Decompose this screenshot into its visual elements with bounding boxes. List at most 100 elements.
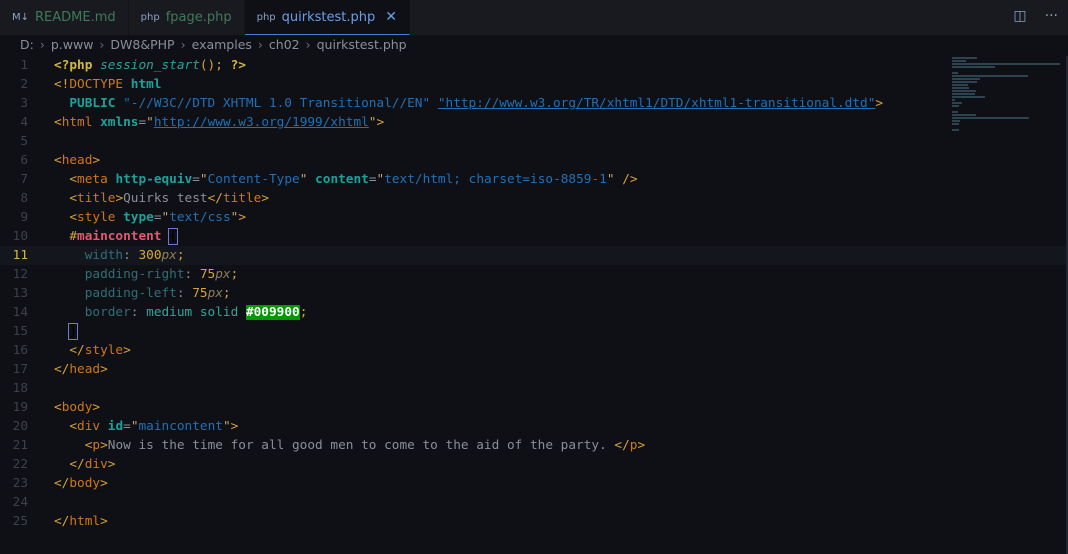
breadcrumb-item[interactable]: D: <box>20 37 34 52</box>
breadcrumb-item[interactable]: quirkstest.php <box>317 37 407 52</box>
minimap-line <box>952 57 977 59</box>
tab-quirkstest-php[interactable]: php quirkstest.php ✕ <box>244 0 410 35</box>
close-icon[interactable]: ✕ <box>385 9 397 25</box>
line-number: 10 <box>12 229 28 244</box>
minimap-line <box>952 60 966 62</box>
code-line[interactable]: 13 padding-left: 75px; <box>0 284 1068 303</box>
line-number: 22 <box>12 457 28 472</box>
line-number: 21 <box>12 438 28 453</box>
line-number: 20 <box>12 419 28 434</box>
tab-readme-md[interactable]: M↓ README.md <box>0 0 129 35</box>
code-line[interactable]: 10 #maincontent { <box>0 227 1068 246</box>
line-content: </html> <box>54 512 108 531</box>
tab-label: fpage.php <box>165 10 232 25</box>
code-line[interactable]: 1 <?php session_start(); ?> <box>0 56 1068 75</box>
code-token: px <box>215 267 231 282</box>
code-line[interactable]: 14 border: medium solid #009900; <box>0 303 1068 322</box>
code-line[interactable]: 21 <p>Now is the time for all good men t… <box>0 436 1068 455</box>
code-token: medium solid <box>146 305 239 320</box>
code-token: > <box>100 514 108 529</box>
code-line[interactable]: 24 <box>0 493 1068 512</box>
code-token: # <box>69 229 78 244</box>
chevron-right-icon: › <box>99 37 105 52</box>
code-token: (); <box>199 58 223 73</box>
code-line[interactable]: 12 padding-right: 75px; <box>0 265 1068 284</box>
code-token: div <box>77 419 101 434</box>
code-line[interactable]: 5 <box>0 132 1068 151</box>
code-line[interactable]: 6 <head> <box>0 151 1068 170</box>
code-token: > <box>107 457 116 472</box>
code-token: = <box>153 210 162 225</box>
minimap-line <box>952 123 959 125</box>
code-token: html <box>69 514 101 529</box>
code-token: = <box>368 172 377 187</box>
breadcrumb-item[interactable]: DW8&PHP <box>110 37 174 52</box>
code-line[interactable]: 2 <!DOCTYPE html <box>0 75 1068 94</box>
breadcrumb-item[interactable]: ch02 <box>269 37 300 52</box>
line-number: 1 <box>20 58 28 73</box>
code-line[interactable]: 19 <body> <box>0 398 1068 417</box>
breadcrumb-item[interactable]: p.www <box>51 37 94 52</box>
code-editor[interactable]: 1 <?php session_start(); ?> 2 <!DOCTYPE htm… <box>0 56 1068 531</box>
code-line[interactable]: 15 } <box>0 322 1068 341</box>
line-content: <p>Now is the time for all good men to c… <box>54 436 645 455</box>
code-token: border <box>84 305 131 320</box>
code-token: padding-left <box>84 286 177 301</box>
minimap-line <box>952 99 955 101</box>
code-token: < <box>69 172 78 187</box>
code-line[interactable]: 20 <div id="maincontent"> <box>0 417 1068 436</box>
tab-fpage-php[interactable]: php fpage.php <box>129 0 245 35</box>
code-line[interactable]: 23 </body> <box>0 474 1068 493</box>
breadcrumb-item[interactable]: examples <box>192 37 252 52</box>
code-line[interactable]: 4 <html xmlns="http://www.w3.org/1999/xht… <box>0 113 1068 132</box>
code-line[interactable]: 17 </head> <box>0 360 1068 379</box>
code-token: DOCTYPE <box>69 77 124 92</box>
code-line[interactable]: 16 </style> <box>0 341 1068 360</box>
code-token: > <box>230 419 239 434</box>
code-token: > <box>238 210 247 225</box>
more-actions-icon[interactable]: ··· <box>1045 8 1058 24</box>
code-token: ; <box>299 305 308 320</box>
code-line[interactable]: 8 <title>Quirks test</title> <box>0 189 1068 208</box>
minimap-line <box>952 114 976 116</box>
code-token: 75 <box>192 286 208 301</box>
code-line[interactable]: 9 <style type="text/css"> <box>0 208 1068 227</box>
chevron-right-icon: › <box>305 37 311 52</box>
code-line[interactable]: 11 width: 300px; <box>0 246 1068 265</box>
line-number: 24 <box>12 495 28 510</box>
minimap[interactable] <box>952 56 1062 131</box>
split-editor-icon[interactable]: ◫ <box>1013 8 1026 24</box>
code-token: style <box>84 343 124 358</box>
code-token: ; <box>176 248 185 263</box>
code-line[interactable]: 25 </html> <box>0 512 1068 531</box>
code-token: > <box>92 400 101 415</box>
line-number: 11 <box>12 248 28 263</box>
chevron-right-icon: › <box>257 37 263 52</box>
line-number: 15 <box>12 324 28 339</box>
minimap-line <box>952 66 995 68</box>
line-content: <meta http-equiv="Content-Type" content=… <box>54 170 637 189</box>
code-line[interactable]: 22 </div> <box>0 455 1068 474</box>
code-line[interactable]: 7 <meta http-equiv="Content-Type" conten… <box>0 170 1068 189</box>
minimap-line <box>952 129 959 131</box>
line-content: <div id="maincontent"> <box>54 417 238 436</box>
code-line[interactable]: 18 <box>0 379 1068 398</box>
code-line[interactable]: 3 PUBLIC "-//W3C//DTD XHTML 1.0 Transiti… <box>0 94 1068 113</box>
line-number: 19 <box>12 400 28 415</box>
code-token: < <box>69 210 78 225</box>
code-token: head <box>61 153 93 168</box>
code-token: : <box>176 286 193 301</box>
line-number: 18 <box>12 381 28 396</box>
line-content: <style type="text/css"> <box>54 208 246 227</box>
line-content: <!DOCTYPE html <box>54 75 162 94</box>
code-token: 300 <box>138 248 162 263</box>
